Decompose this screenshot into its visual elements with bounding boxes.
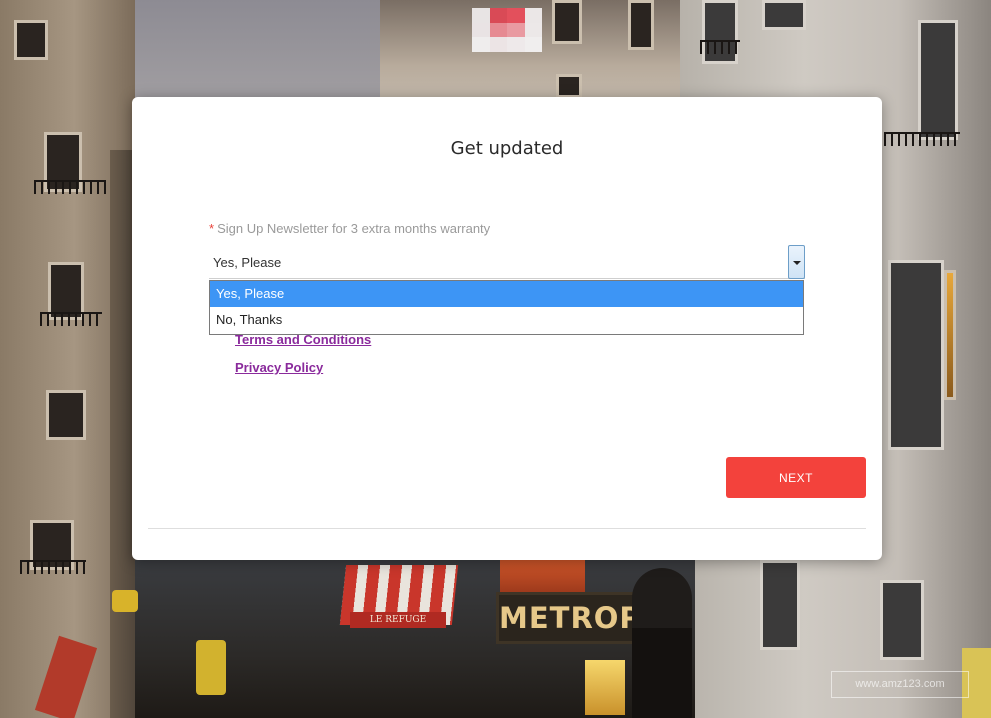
balcony <box>884 132 960 146</box>
newsletter-label: * Sign Up Newsletter for 3 extra months w… <box>209 221 490 236</box>
cafe-awning-orange <box>500 560 585 592</box>
window <box>918 20 958 140</box>
option-no-thanks[interactable]: No, Thanks <box>210 307 803 333</box>
newsletter-select[interactable]: Yes, Please <box>209 245 805 279</box>
brand-logo <box>472 8 542 52</box>
modal-title: Get updated <box>450 138 564 159</box>
signup-modal: Get updated * Sign Up Newsletter for 3 ex… <box>132 97 882 560</box>
sky <box>90 0 420 110</box>
chevron-down-icon[interactable] <box>788 245 805 279</box>
street-lamp <box>632 568 692 718</box>
yellow-sign <box>112 590 138 612</box>
newsletter-label-text: Sign Up Newsletter for 3 extra months wa… <box>217 221 491 236</box>
newsletter-select-value: Yes, Please <box>213 255 282 270</box>
window <box>556 74 582 98</box>
next-button[interactable]: NEXT <box>726 457 866 498</box>
window <box>628 0 654 50</box>
balcony <box>40 312 102 326</box>
window <box>552 0 582 44</box>
window <box>762 0 806 30</box>
window <box>760 560 800 650</box>
window <box>702 0 738 64</box>
window <box>880 580 924 660</box>
window <box>944 270 956 400</box>
balcony <box>20 560 86 574</box>
window <box>14 20 48 60</box>
option-yes-please[interactable]: Yes, Please <box>210 281 803 307</box>
yellow-vehicle <box>196 640 226 695</box>
window <box>888 260 944 450</box>
awning-sign: LE REFUGE <box>350 612 446 628</box>
balcony <box>700 40 740 54</box>
balcony <box>34 180 106 194</box>
privacy-link[interactable]: Privacy Policy <box>235 360 323 375</box>
newsletter-dropdown: Yes, Please No, Thanks <box>209 280 804 335</box>
metro-sign: METROPOL <box>496 592 686 644</box>
required-marker: * <box>209 221 215 236</box>
divider <box>148 528 866 529</box>
watermark: www.amz123.com <box>831 671 969 698</box>
window <box>46 390 86 440</box>
lamp-glow <box>585 660 625 715</box>
